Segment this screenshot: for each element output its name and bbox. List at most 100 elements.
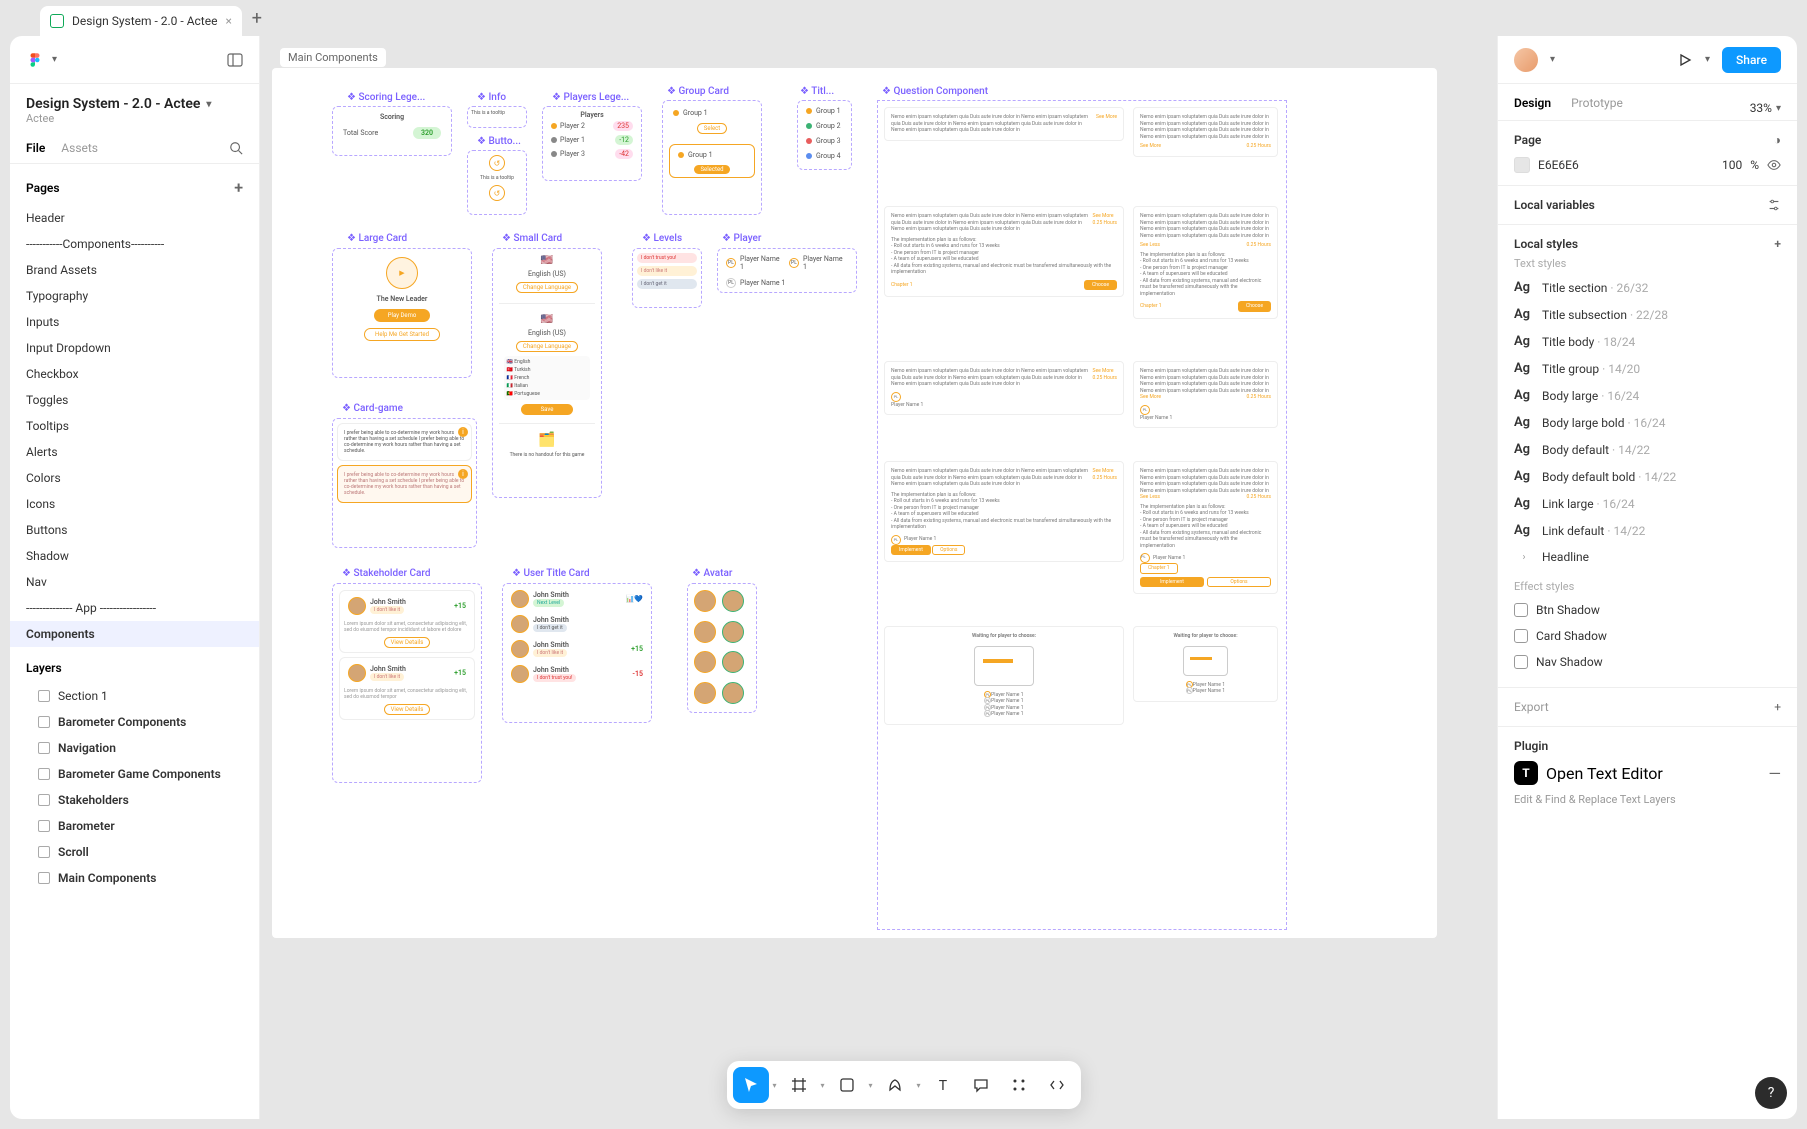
question-card[interactable]: Nemo enim ipsam voluptatem quia Duis aut…	[884, 206, 1124, 297]
waiting-card[interactable]: Waiting for player to choose: PLPlayer N…	[1133, 626, 1278, 702]
question-component-group[interactable]: Nemo enim ipsam voluptatem quia Duis aut…	[877, 100, 1287, 930]
component-label[interactable]: Info	[477, 92, 506, 103]
color-swatch[interactable]	[1514, 157, 1530, 173]
page-item[interactable]: Header	[10, 205, 259, 231]
text-style-row[interactable]: AgTitle group · 14/20	[1514, 355, 1781, 382]
layer-item[interactable]: Barometer Game Components	[10, 761, 259, 787]
component-label[interactable]: Question Component	[882, 86, 988, 97]
style-headline[interactable]: ›Headline	[1514, 544, 1781, 570]
plugin-row[interactable]: T Open Text Editor —	[1514, 753, 1781, 793]
page-item[interactable]: Nav	[10, 569, 259, 595]
local-variables-section[interactable]: Local variables	[1498, 186, 1797, 225]
component-label[interactable]: Players Lege...	[552, 92, 629, 103]
page-item[interactable]: Colors	[10, 465, 259, 491]
player-mock[interactable]: PLPlayer Name 1PLPlayer Name 1 PLPlayer …	[717, 248, 857, 293]
tab-file[interactable]: File	[26, 141, 45, 155]
new-tab-button[interactable]: +	[242, 8, 272, 29]
text-style-row[interactable]: AgTitle body · 18/24	[1514, 328, 1781, 355]
add-page-icon[interactable]: +	[234, 178, 243, 197]
group-card-mock[interactable]: Group 1 Select Group 1 Selected	[662, 100, 762, 215]
component-label[interactable]: Scoring Lege...	[347, 92, 425, 103]
large-card-mock[interactable]: ▶ The New Leader Play Demo Help Me Get S…	[332, 248, 472, 378]
effect-style-row[interactable]: Btn Shadow	[1514, 597, 1781, 623]
chevron-down-icon[interactable]: ▾	[52, 54, 57, 65]
settings-icon[interactable]: ◑	[1774, 133, 1781, 147]
layer-item[interactable]: Scroll	[10, 839, 259, 865]
share-button[interactable]: Share	[1722, 47, 1781, 73]
move-tool[interactable]	[732, 1067, 768, 1103]
page-item[interactable]: -----------Components----------	[10, 231, 259, 257]
chevron-down-icon[interactable]: ▾	[1705, 54, 1710, 65]
main-frame[interactable]: Scoring Lege... Info Players Lege... Gro…	[272, 68, 1437, 938]
help-button[interactable]: ?	[1755, 1077, 1787, 1109]
tab-prototype[interactable]: Prototype	[1571, 96, 1623, 120]
question-card[interactable]: Nemo enim ipsam voluptatem quia Duis aut…	[1133, 461, 1278, 594]
stakeholder-card-mock[interactable]: John SmithI don't like it+15 Lorem ipsum…	[332, 583, 482, 783]
text-tool[interactable]: T	[925, 1067, 961, 1103]
file-title[interactable]: Design System - 2.0 - Actee ▾	[26, 96, 243, 112]
shape-tool[interactable]	[829, 1067, 865, 1103]
text-style-row[interactable]: AgLink large · 16/24	[1514, 490, 1781, 517]
card-game-mock[interactable]: I prefer being able to co-determine my w…	[332, 418, 477, 548]
text-style-row[interactable]: AgTitle subsection · 22/28	[1514, 301, 1781, 328]
players-legend-mock[interactable]: Players Player 2235 Player 1-12 Player 3…	[542, 106, 642, 181]
adjust-icon[interactable]	[1767, 198, 1781, 212]
question-card[interactable]: Nemo enim ipsam voluptatem quia Duis aut…	[884, 361, 1124, 415]
panel-toggle-icon[interactable]	[227, 52, 243, 68]
user-title-card-mock[interactable]: John SmithNext Level📊💙 John SmithI don't…	[502, 583, 652, 723]
text-style-row[interactable]: AgBody large bold · 16/24	[1514, 409, 1781, 436]
chevron-down-icon[interactable]: ▾	[1550, 54, 1555, 65]
user-avatar[interactable]	[1514, 48, 1538, 72]
layer-item[interactable]: Navigation	[10, 735, 259, 761]
comment-tool[interactable]	[963, 1067, 999, 1103]
question-card[interactable]: Nemo enim ipsam voluptatem quia Duis aut…	[884, 107, 1124, 141]
component-label[interactable]: Avatar	[692, 568, 732, 579]
text-style-row[interactable]: AgTitle section · 26/32	[1514, 274, 1781, 301]
page-item[interactable]: Toggles	[10, 387, 259, 413]
component-label[interactable]: Large Card	[347, 233, 407, 244]
actions-tool[interactable]	[1001, 1067, 1037, 1103]
waiting-card[interactable]: Waiting for player to choose: PLPlayer N…	[884, 626, 1124, 725]
component-label[interactable]: Butto...	[477, 136, 521, 147]
component-label[interactable]: Stakeholder Card	[342, 568, 431, 579]
layer-item[interactable]: Barometer	[10, 813, 259, 839]
small-card-mock[interactable]: 🇺🇸 English (US) Change Language 🇺🇸 Engli…	[492, 248, 602, 498]
question-card[interactable]: Nemo enim ipsam voluptatem quia Duis aut…	[1133, 107, 1278, 157]
question-card[interactable]: Nemo enim ipsam voluptatem quia Duis aut…	[1133, 206, 1278, 319]
present-icon[interactable]	[1677, 52, 1693, 68]
file-team[interactable]: Actee	[26, 112, 243, 125]
scoring-legend-mock[interactable]: Scoring Total Score 320	[332, 106, 452, 156]
text-style-row[interactable]: AgBody large · 16/24	[1514, 382, 1781, 409]
page-item[interactable]: Brand Assets	[10, 257, 259, 283]
page-item[interactable]: Input Dropdown	[10, 335, 259, 361]
component-label[interactable]: Small Card	[502, 233, 562, 244]
component-label[interactable]: Card-game	[342, 403, 403, 414]
tab-assets[interactable]: Assets	[61, 141, 98, 155]
component-label[interactable]: Player	[722, 233, 761, 244]
page-item[interactable]: Buttons	[10, 517, 259, 543]
levels-mock[interactable]: I don't trust you! I don't like it I don…	[632, 248, 702, 308]
layer-item[interactable]: Section 1	[10, 683, 259, 709]
background-color-row[interactable]: E6E6E6 100 %	[1514, 157, 1781, 173]
title-mock[interactable]: Group 1 Group 2 Group 3 Group 4	[797, 100, 852, 170]
page-item[interactable]: Tooltips	[10, 413, 259, 439]
file-tab[interactable]: Design System - 2.0 - Actee ×	[40, 6, 242, 36]
dev-mode-tool[interactable]	[1039, 1067, 1075, 1103]
effect-style-row[interactable]: Nav Shadow	[1514, 649, 1781, 675]
layer-item[interactable]: Stakeholders	[10, 787, 259, 813]
pen-tool[interactable]	[877, 1067, 913, 1103]
tab-design[interactable]: Design	[1514, 96, 1551, 120]
page-item[interactable]: Checkbox	[10, 361, 259, 387]
canvas[interactable]: Main Components Scoring Lege... Info Pla…	[260, 36, 1497, 1119]
export-section[interactable]: Export+	[1498, 688, 1797, 727]
page-item[interactable]: -------------- App -----------------	[10, 595, 259, 621]
visibility-icon[interactable]	[1767, 158, 1781, 172]
close-tab-icon[interactable]: ×	[225, 14, 231, 28]
effect-style-row[interactable]: Card Shadow	[1514, 623, 1781, 649]
add-export-icon[interactable]: +	[1774, 700, 1781, 714]
page-item[interactable]: Inputs	[10, 309, 259, 335]
question-card[interactable]: Nemo enim ipsam voluptatem quia Duis aut…	[884, 461, 1124, 562]
button-mock[interactable]: ↺ This is a tooltip ↺	[467, 150, 527, 215]
zoom-control[interactable]: 33%▾	[1750, 101, 1781, 115]
frame-tool[interactable]	[780, 1067, 816, 1103]
